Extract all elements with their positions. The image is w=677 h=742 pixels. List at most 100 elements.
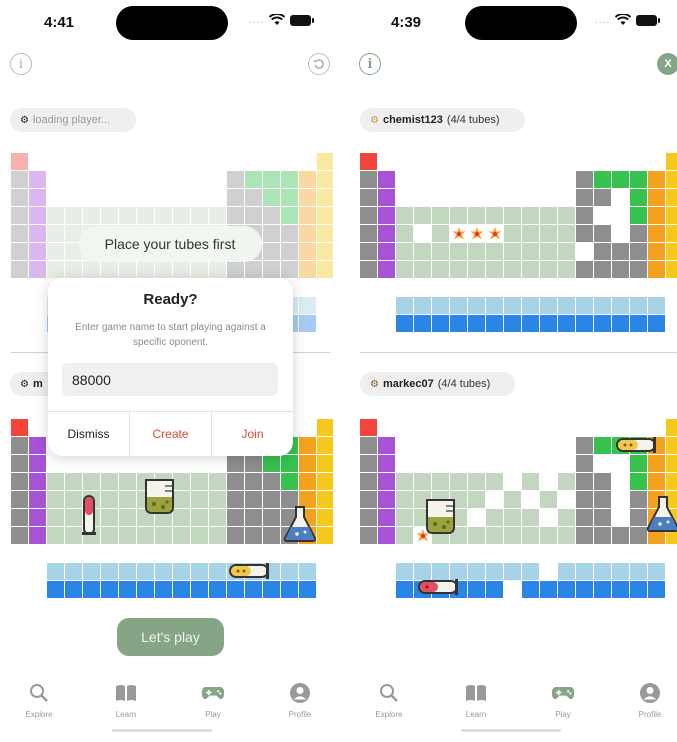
element-cell[interactable] (47, 491, 64, 508)
element-cell[interactable] (648, 171, 665, 188)
tab-profile[interactable]: Profile (620, 682, 677, 719)
element-cell[interactable] (65, 491, 82, 508)
lanthanide-cell[interactable] (630, 297, 647, 314)
element-cell[interactable] (666, 153, 677, 170)
lanthanide-cell[interactable] (504, 297, 521, 314)
game-name-input[interactable] (62, 363, 278, 396)
element-cell[interactable] (119, 527, 136, 544)
element-cell[interactable] (378, 225, 395, 242)
element-cell[interactable] (137, 527, 154, 544)
element-cell[interactable] (11, 437, 28, 454)
element-cell[interactable] (101, 527, 118, 544)
element-cell[interactable] (450, 261, 467, 278)
element-cell[interactable] (594, 243, 611, 260)
element-cell[interactable] (432, 207, 449, 224)
element-cell[interactable] (209, 491, 226, 508)
lanthanide-cell[interactable] (47, 563, 64, 580)
element-cell[interactable] (47, 527, 64, 544)
lanthanide-cell[interactable] (468, 297, 485, 314)
element-cell[interactable] (648, 189, 665, 206)
actinide-cell[interactable] (227, 581, 244, 598)
element-cell[interactable] (486, 243, 503, 260)
lanthanide-cell[interactable] (173, 563, 190, 580)
element-cell[interactable] (504, 261, 521, 278)
element-cell[interactable] (468, 243, 485, 260)
element-cell[interactable] (155, 527, 172, 544)
element-cell[interactable] (432, 261, 449, 278)
lanthanide-cell[interactable] (299, 563, 316, 580)
element-cell[interactable] (360, 207, 377, 224)
element-cell[interactable] (245, 509, 262, 526)
actinide-cell[interactable] (522, 315, 539, 332)
lanthanide-cell[interactable] (209, 563, 226, 580)
element-cell[interactable] (227, 527, 244, 544)
element-cell[interactable] (378, 189, 395, 206)
element-cell[interactable] (191, 527, 208, 544)
element-cell[interactable] (594, 189, 611, 206)
element-cell[interactable] (11, 419, 28, 436)
element-cell[interactable] (630, 243, 647, 260)
lanthanide-cell[interactable] (522, 297, 539, 314)
element-cell[interactable] (414, 225, 431, 242)
element-cell[interactable] (396, 243, 413, 260)
actinide-cell[interactable] (486, 315, 503, 332)
element-cell[interactable] (317, 419, 333, 436)
actinide-cell[interactable] (630, 315, 647, 332)
test-tube-piece[interactable] (81, 495, 97, 537)
element-cell[interactable] (630, 261, 647, 278)
element-cell[interactable] (299, 455, 316, 472)
element-cell[interactable] (414, 261, 431, 278)
lanthanide-cell[interactable] (396, 297, 413, 314)
actinide-cell[interactable] (101, 581, 118, 598)
element-cell[interactable] (209, 509, 226, 526)
element-cell[interactable] (227, 509, 244, 526)
lanthanide-cell[interactable] (119, 563, 136, 580)
element-cell[interactable] (227, 455, 244, 472)
element-cell[interactable] (558, 243, 575, 260)
tab-explore[interactable]: Explore (9, 682, 69, 719)
element-cell[interactable] (191, 473, 208, 490)
element-cell[interactable] (317, 473, 333, 490)
element-cell[interactable] (119, 473, 136, 490)
actinide-cell[interactable] (594, 315, 611, 332)
actinide-cell[interactable] (504, 315, 521, 332)
element-cell[interactable] (666, 243, 677, 260)
element-cell[interactable] (612, 171, 629, 188)
element-cell[interactable] (47, 509, 64, 526)
element-cell[interactable] (317, 437, 333, 454)
actinide-cell[interactable] (209, 581, 226, 598)
element-cell[interactable] (378, 207, 395, 224)
actinide-cell[interactable] (396, 315, 413, 332)
lanthanide-cell[interactable] (191, 563, 208, 580)
close-icon[interactable]: X (657, 53, 677, 75)
element-cell[interactable] (666, 207, 677, 224)
element-cell[interactable] (263, 527, 280, 544)
element-cell[interactable] (317, 491, 333, 508)
element-cell[interactable] (360, 189, 377, 206)
actinide-cell[interactable] (119, 581, 136, 598)
element-cell[interactable] (648, 261, 665, 278)
element-cell[interactable] (299, 437, 316, 454)
actinide-cell[interactable] (612, 315, 629, 332)
element-cell[interactable] (666, 171, 677, 188)
lanthanide-cell[interactable] (576, 297, 593, 314)
element-cell[interactable] (576, 207, 593, 224)
actinide-cell[interactable] (65, 581, 82, 598)
element-cell[interactable] (558, 207, 575, 224)
tab-learn[interactable]: Learn (446, 682, 506, 719)
element-cell[interactable] (173, 527, 190, 544)
element-cell[interactable] (360, 225, 377, 242)
actinide-cell[interactable] (83, 581, 100, 598)
element-cell[interactable] (432, 225, 449, 242)
element-cell[interactable] (612, 225, 629, 242)
actinide-cell[interactable] (137, 581, 154, 598)
element-cell[interactable] (630, 171, 647, 188)
element-cell[interactable] (450, 243, 467, 260)
element-cell[interactable] (245, 455, 262, 472)
element-cell[interactable] (101, 509, 118, 526)
element-cell[interactable] (101, 473, 118, 490)
element-cell[interactable] (666, 225, 677, 242)
element-cell[interactable] (47, 473, 64, 490)
element-cell[interactable] (468, 261, 485, 278)
actinide-cell[interactable] (281, 581, 298, 598)
